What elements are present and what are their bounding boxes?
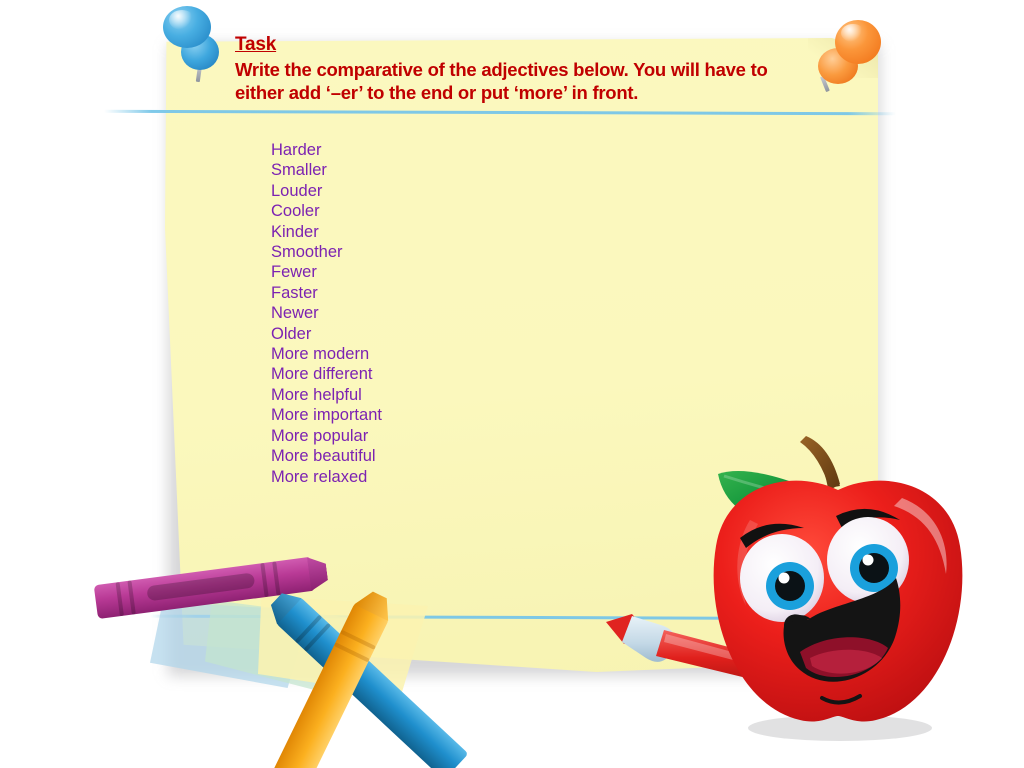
answer-item: Smoother: [271, 243, 343, 262]
answer-item: Kinder: [271, 222, 319, 241]
push-pin-blue-icon: [155, 2, 235, 97]
answer-item: Older: [271, 324, 312, 343]
answer-item: More helpful: [271, 385, 362, 404]
answer-item: More modern: [271, 345, 370, 364]
answer-item: Cooler: [271, 202, 320, 221]
answer-item: Fewer: [271, 263, 317, 282]
answer-item: Newer: [271, 304, 319, 323]
answer-item: Smaller: [271, 161, 327, 180]
pin-gloss: [841, 24, 865, 42]
answer-item: More important: [271, 406, 382, 425]
answer-list: Harder Smaller Louder Cooler Kinder Smoother F…: [271, 140, 382, 487]
slide-canvas: Task Write the comparative of the adject…: [0, 0, 1024, 768]
answer-item: Harder: [271, 141, 322, 159]
answer-item: More beautiful: [271, 447, 376, 466]
apple-character-icon: [688, 428, 988, 746]
page-title: Task: [235, 34, 277, 55]
answer-item: More different: [271, 365, 373, 384]
task-instructions: Write the comparative of the adjectives …: [235, 59, 768, 103]
answer-item: Faster: [271, 283, 318, 302]
answer-item: Louder: [271, 181, 323, 200]
pin-gloss: [169, 10, 195, 30]
push-pin-orange-icon: [815, 10, 895, 105]
answer-item: More popular: [271, 426, 369, 445]
answer-item: More relaxed: [271, 467, 368, 486]
